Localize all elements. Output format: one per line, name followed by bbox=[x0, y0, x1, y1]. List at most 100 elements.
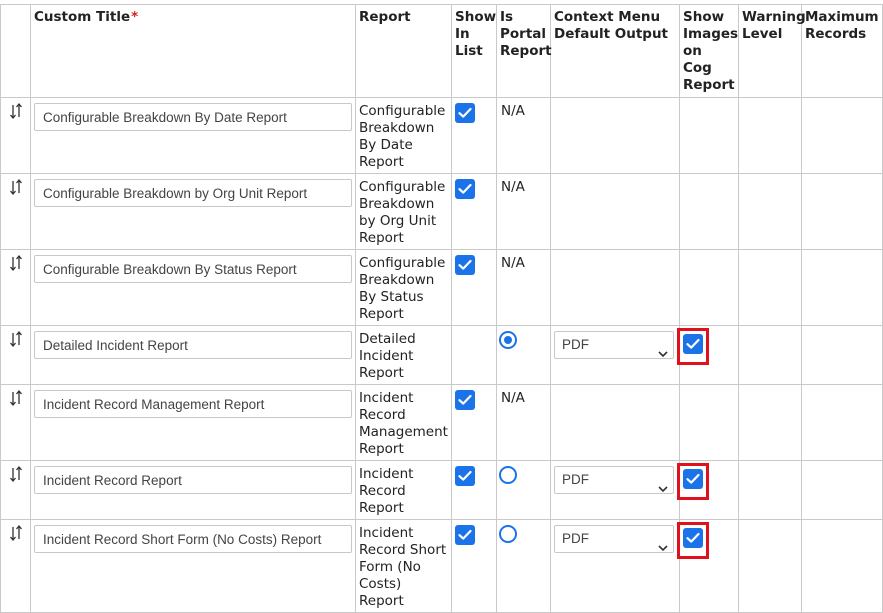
default-output-cell bbox=[550, 97, 680, 174]
show-images-cell bbox=[679, 384, 739, 461]
report-name-cell: Incident Record Short Form (No Costs) Re… bbox=[355, 519, 452, 613]
maximum-records-cell bbox=[801, 384, 883, 461]
custom-title-cell bbox=[30, 384, 356, 461]
show-images-cell bbox=[679, 173, 739, 250]
custom-title-input[interactable] bbox=[34, 179, 352, 207]
maximum-records-cell bbox=[801, 249, 883, 326]
portal-na-text: N/A bbox=[501, 255, 525, 271]
custom-title-cell bbox=[30, 519, 356, 613]
warning-level-cell bbox=[738, 384, 802, 461]
maximum-records-cell bbox=[801, 460, 883, 520]
custom-title-input[interactable] bbox=[34, 466, 352, 494]
show-in-list-checkbox[interactable] bbox=[455, 255, 475, 275]
portal-na-text: N/A bbox=[501, 179, 525, 195]
show-in-list-cell bbox=[451, 97, 497, 174]
custom-title-input[interactable] bbox=[34, 103, 352, 131]
highlight-box bbox=[677, 522, 709, 559]
show-in-list-cell bbox=[451, 249, 497, 326]
chevron-down-icon bbox=[658, 535, 668, 561]
portal-report-radio[interactable] bbox=[499, 525, 517, 543]
default-output-cell: PDF bbox=[550, 460, 680, 520]
warning-level-header: Warning Level bbox=[738, 4, 806, 98]
drag-handle-icon[interactable] bbox=[9, 389, 23, 407]
warning-level-cell bbox=[738, 97, 802, 174]
custom-title-cell bbox=[30, 460, 356, 520]
custom-title-label: Custom Title bbox=[34, 9, 131, 25]
report-name-cell: Configurable Breakdown By Date Report bbox=[355, 97, 452, 174]
report-name-cell: Detailed Incident Report bbox=[355, 325, 452, 385]
is-portal-report-cell: N/A bbox=[496, 384, 551, 461]
context-menu-default-output-header: Context Menu Default Output bbox=[550, 4, 680, 98]
custom-title-input[interactable] bbox=[34, 255, 352, 283]
portal-report-radio-selected[interactable] bbox=[499, 331, 517, 349]
show-in-list-cell bbox=[451, 384, 497, 461]
default-output-value: PDF bbox=[562, 472, 589, 487]
highlight-box bbox=[677, 328, 709, 365]
default-output-value: PDF bbox=[562, 531, 589, 546]
show-images-checkbox[interactable] bbox=[683, 528, 703, 548]
table-body: Configurable Breakdown By Date Report N/A… bbox=[0, 97, 883, 613]
is-portal-report-cell: N/A bbox=[496, 97, 551, 174]
show-in-list-checkbox[interactable] bbox=[455, 179, 475, 199]
default-output-select[interactable]: PDF bbox=[554, 525, 674, 553]
warning-level-cell bbox=[738, 173, 802, 250]
required-asterisk: * bbox=[131, 9, 139, 25]
drag-cell bbox=[0, 519, 31, 613]
show-images-checkbox[interactable] bbox=[683, 334, 703, 354]
drag-column-header bbox=[0, 4, 31, 98]
warning-level-cell bbox=[738, 519, 802, 613]
show-images-cell bbox=[679, 97, 739, 174]
drag-cell bbox=[0, 97, 31, 174]
table-row: Incident Record Short Form (No Costs) Re… bbox=[0, 519, 883, 613]
show-in-list-cell bbox=[451, 460, 497, 520]
portal-report-radio[interactable] bbox=[499, 466, 517, 484]
show-in-list-header: Show In List bbox=[451, 4, 497, 98]
default-output-select[interactable]: PDF bbox=[554, 331, 674, 359]
custom-title-input[interactable] bbox=[34, 525, 352, 553]
drag-cell bbox=[0, 460, 31, 520]
drag-handle-icon[interactable] bbox=[9, 465, 23, 483]
warning-level-cell bbox=[738, 325, 802, 385]
header-row: Custom Title* Report Show In List Is Por… bbox=[0, 4, 883, 98]
show-images-cell bbox=[677, 519, 739, 613]
default-output-select[interactable]: PDF bbox=[554, 466, 674, 494]
show-images-cell bbox=[677, 460, 739, 520]
custom-title-input[interactable] bbox=[34, 331, 352, 359]
report-header: Report bbox=[355, 4, 452, 98]
custom-title-cell bbox=[30, 173, 356, 250]
show-in-list-cell bbox=[451, 519, 497, 613]
show-in-list-checkbox[interactable] bbox=[455, 103, 475, 123]
custom-title-cell bbox=[30, 97, 356, 174]
custom-title-input[interactable] bbox=[34, 390, 352, 418]
show-in-list-checkbox[interactable] bbox=[455, 466, 475, 486]
is-portal-report-cell: N/A bbox=[496, 173, 551, 250]
is-portal-report-cell bbox=[496, 460, 551, 520]
chevron-down-icon bbox=[658, 341, 668, 367]
drag-cell bbox=[0, 384, 31, 461]
default-output-cell bbox=[550, 173, 680, 250]
default-output-cell bbox=[550, 384, 680, 461]
custom-title-cell bbox=[30, 249, 356, 326]
default-output-cell: PDF bbox=[550, 519, 680, 613]
drag-handle-icon[interactable] bbox=[9, 524, 23, 542]
drag-handle-icon[interactable] bbox=[9, 330, 23, 348]
drag-handle-icon[interactable] bbox=[9, 254, 23, 272]
chevron-down-icon bbox=[658, 476, 668, 502]
default-output-cell: PDF bbox=[550, 325, 680, 385]
drag-handle-icon[interactable] bbox=[9, 102, 23, 120]
show-in-list-checkbox[interactable] bbox=[455, 525, 475, 545]
table-row: Configurable Breakdown by Org Unit Repor… bbox=[0, 173, 883, 250]
report-settings-table: Custom Title* Report Show In List Is Por… bbox=[0, 4, 883, 613]
drag-cell bbox=[0, 325, 31, 385]
show-in-list-checkbox[interactable] bbox=[455, 390, 475, 410]
maximum-records-cell bbox=[801, 325, 883, 385]
drag-handle-icon[interactable] bbox=[9, 178, 23, 196]
is-portal-report-cell bbox=[496, 519, 551, 613]
table-row: Incident Record Report PDF bbox=[0, 460, 883, 520]
is-portal-report-cell bbox=[496, 325, 551, 385]
show-in-list-cell bbox=[451, 173, 497, 250]
show-images-checkbox[interactable] bbox=[683, 469, 703, 489]
maximum-records-header: Maximum Records bbox=[801, 4, 883, 98]
report-name-cell: Incident Record Report bbox=[355, 460, 452, 520]
report-name-cell: Configurable Breakdown By Status Report bbox=[355, 249, 452, 326]
